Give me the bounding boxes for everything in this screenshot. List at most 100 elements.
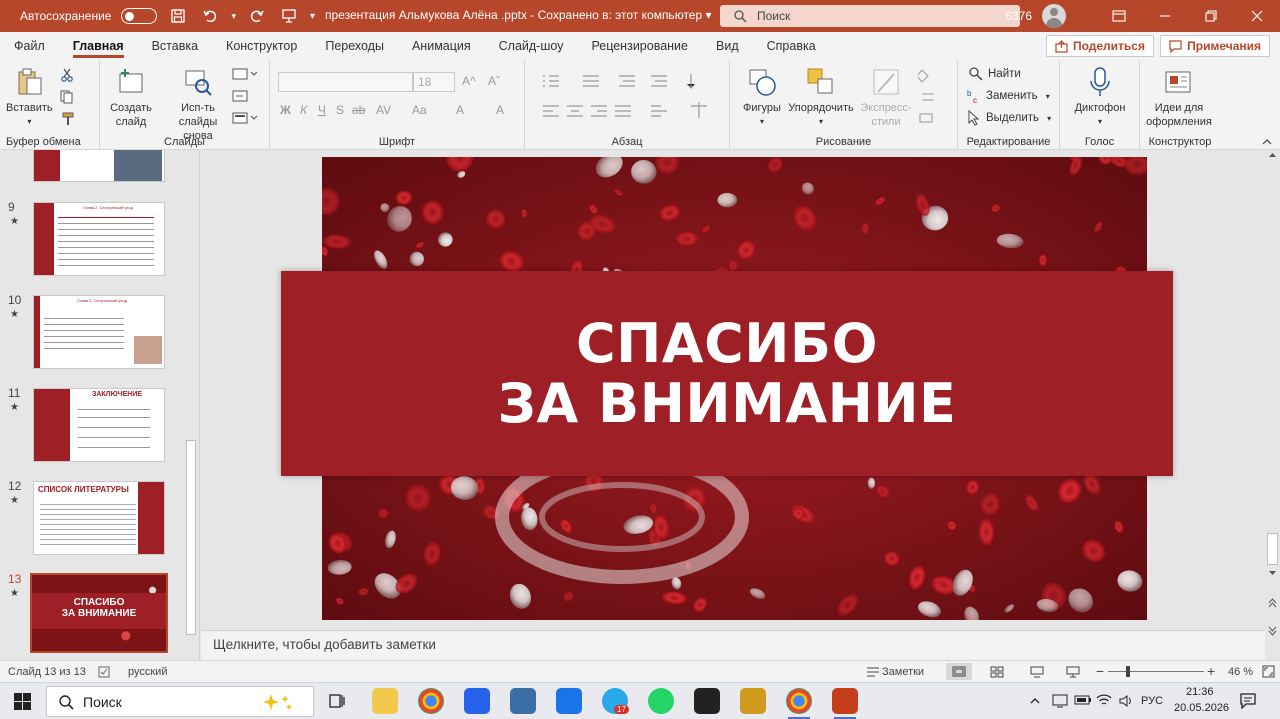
tab-slideshow[interactable]: Слайд-шоу — [485, 32, 578, 60]
chrome-active-icon[interactable] — [786, 688, 812, 719]
redo-icon[interactable] — [246, 5, 268, 27]
avatar[interactable] — [1042, 4, 1066, 28]
underline-button[interactable]: Ч — [318, 103, 326, 117]
italic-button[interactable]: К — [300, 103, 307, 117]
notes-toggle-button[interactable]: Заметки — [882, 666, 924, 678]
battery-icon[interactable] — [1074, 695, 1092, 705]
bold-button[interactable]: Ж — [280, 103, 291, 117]
thumbnail-scrollbar[interactable] — [185, 150, 197, 660]
zoom-slider-thumb[interactable] — [1126, 666, 1130, 677]
new-slide-button[interactable]: Создать слайд — [108, 66, 154, 129]
strikethrough-button[interactable]: ab — [352, 103, 365, 117]
search-box[interactable]: Поиск — [720, 5, 1020, 27]
tab-file[interactable]: Файл — [0, 32, 59, 60]
autosave-toggle[interactable] — [121, 8, 158, 24]
whatsapp-icon[interactable] — [648, 688, 674, 714]
slideshow-icon[interactable] — [1066, 666, 1080, 678]
document-title[interactable]: презентация Альмукова Алёна .pptx - Сохр… — [325, 8, 712, 22]
tab-insert[interactable]: Вставка — [138, 32, 212, 60]
find-button[interactable]: Найти — [968, 66, 1021, 82]
notes-pane[interactable]: Щелкните, чтобы добавить заметки — [201, 630, 1265, 660]
undo-dropdown-icon[interactable]: ▾ — [231, 11, 236, 22]
slide-thumbnail-12[interactable]: СПИСОК ЛИТЕРАТУРЫ — [33, 481, 165, 555]
cut-icon[interactable] — [60, 68, 74, 82]
slide-thumbnail-10[interactable]: Глава 2. Сестринский уход — [33, 295, 165, 369]
clock-date[interactable]: 20.05.2026 — [1174, 702, 1229, 714]
file-explorer-icon[interactable] — [372, 688, 398, 714]
presenter-icon[interactable] — [278, 5, 300, 27]
wifi-icon[interactable] — [1096, 693, 1112, 707]
shapes-button[interactable]: Фигуры ▾ — [738, 66, 786, 129]
tab-view[interactable]: Вид — [702, 32, 753, 60]
sublime-icon[interactable] — [740, 688, 766, 714]
reading-view-icon[interactable] — [1030, 666, 1044, 678]
tab-animations[interactable]: Анимация — [398, 32, 485, 60]
font-size-field[interactable]: 18 — [413, 72, 455, 92]
thumbnail-scroll-knob[interactable] — [186, 440, 196, 635]
scroll-up-icon[interactable] — [1268, 152, 1277, 158]
paste-button[interactable]: Вставить ▾ — [6, 66, 53, 129]
slide-thumbnail-8[interactable] — [33, 150, 165, 182]
bullets-icon[interactable] — [541, 72, 711, 132]
dictate-button[interactable]: Диктофон ▾ — [1070, 66, 1130, 129]
section-icon[interactable] — [232, 112, 258, 124]
tab-help[interactable]: Справка — [753, 32, 830, 60]
minimize-icon[interactable] — [1142, 0, 1188, 32]
chrome-icon[interactable] — [418, 688, 444, 714]
design-ideas-button[interactable]: Идеи для оформления — [1144, 66, 1214, 129]
change-case-button[interactable]: Aa — [412, 103, 427, 117]
slide-scroll-knob[interactable] — [1267, 533, 1278, 565]
quick-styles-button[interactable]: Экспресс-стили — [856, 66, 916, 129]
close-icon[interactable] — [1234, 0, 1280, 32]
shape-fill-icon[interactable] — [918, 68, 946, 128]
font-color-button[interactable]: A — [496, 103, 504, 117]
tab-home[interactable]: Главная — [59, 32, 138, 60]
tray-chevron-icon[interactable] — [1030, 697, 1040, 705]
increase-font-icon[interactable]: A^ — [462, 74, 476, 88]
task-view-icon[interactable] — [328, 692, 346, 710]
undo-icon[interactable] — [199, 5, 221, 27]
spellcheck-icon[interactable] — [98, 666, 110, 678]
fit-slide-icon[interactable] — [1262, 665, 1275, 678]
slide-scrollbar[interactable] — [1265, 150, 1280, 660]
outlook-icon[interactable] — [556, 688, 582, 714]
restore-icon[interactable] — [1188, 0, 1234, 32]
zoom-slider[interactable] — [1108, 671, 1204, 672]
replace-button[interactable]: bc Заменить ▾ — [966, 88, 1050, 104]
taskbar-search[interactable]: Поиск — [46, 686, 314, 717]
layout-icon[interactable] — [232, 68, 258, 80]
notifications-icon[interactable] — [1240, 693, 1256, 709]
previous-slide-icon[interactable] — [1268, 598, 1277, 608]
language-indicator[interactable]: русский — [128, 666, 167, 678]
copy-icon[interactable] — [60, 90, 76, 104]
start-button[interactable] — [14, 693, 31, 710]
reset-slide-icon[interactable] — [232, 90, 248, 102]
zoom-in-button[interactable]: + — [1207, 663, 1215, 679]
clock-time[interactable]: 21:36 — [1186, 686, 1214, 698]
scroll-down-icon[interactable] — [1268, 570, 1277, 576]
slide-thumbnail-9[interactable]: Глава 2. Сестринский уход — [33, 202, 165, 276]
network-icon[interactable] — [1052, 694, 1068, 708]
tab-design[interactable]: Конструктор — [212, 32, 311, 60]
share-button[interactable]: Поделиться — [1045, 35, 1154, 57]
shadow-button[interactable]: S — [336, 103, 344, 117]
powerpoint-icon[interactable] — [832, 688, 858, 719]
decrease-font-icon[interactable]: Aˇ — [488, 74, 500, 88]
tab-review[interactable]: Рецензирование — [577, 32, 702, 60]
tab-transitions[interactable]: Переходы — [311, 32, 398, 60]
next-slide-icon[interactable] — [1268, 626, 1277, 636]
zoom-out-button[interactable]: − — [1096, 663, 1104, 679]
select-button[interactable]: Выделить ▾ — [966, 110, 1051, 126]
collapse-ribbon-icon[interactable] — [1262, 138, 1272, 146]
save-icon[interactable] — [167, 5, 189, 27]
control-panel-icon[interactable] — [510, 688, 536, 714]
slide-thumbnail-11[interactable]: ЗАКЛЮЧЕНИЕ — [33, 388, 165, 462]
volume-icon[interactable] — [1118, 694, 1134, 708]
capcut-icon[interactable] — [694, 688, 720, 714]
store-icon[interactable] — [464, 688, 490, 714]
slide-title-box[interactable]: СПАСИБО ЗА ВНИМАНИЕ — [281, 271, 1173, 476]
comments-button[interactable]: Примечания — [1160, 35, 1270, 57]
font-name-field[interactable] — [278, 72, 413, 92]
customize-toolbar-icon[interactable]: ▾ — [310, 11, 315, 22]
zoom-level[interactable]: 46 % — [1228, 666, 1253, 678]
